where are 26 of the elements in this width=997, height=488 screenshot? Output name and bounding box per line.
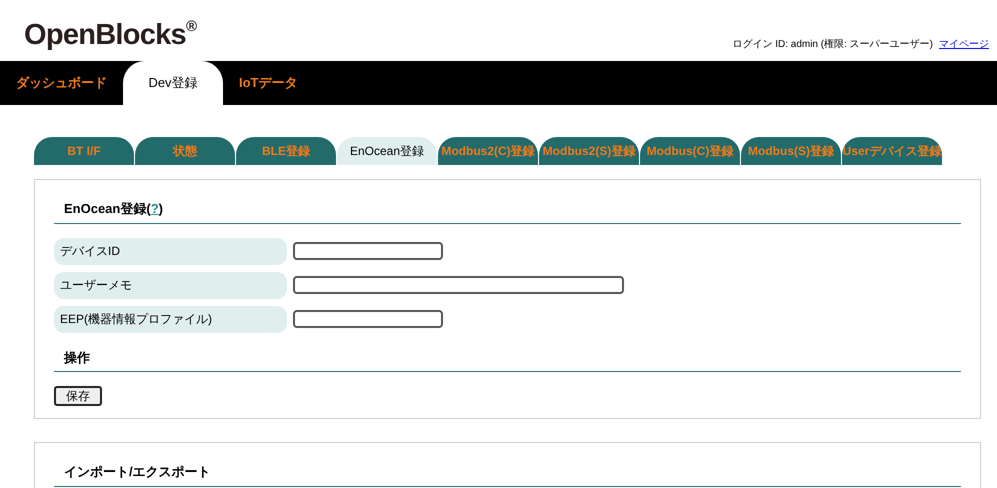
field-label: EEP(機器情報プロファイル) (54, 306, 287, 332)
sub-tab[interactable]: EnOcean登録 (337, 137, 437, 165)
login-info: ログイン ID: admin (権限: スーパーユーザー) (732, 38, 933, 52)
field-label: デバイスID (54, 238, 287, 264)
section-heading: インポート/エクスポート (64, 463, 212, 481)
sub-tab[interactable]: BLE登録 (236, 137, 336, 165)
section-heading: 操作 (64, 348, 91, 366)
mypage-link[interactable]: マイページ (939, 37, 989, 52)
section-heading: EnOcean登録(?) (64, 200, 164, 218)
sub-tab[interactable]: 状態 (135, 137, 235, 165)
sub-tab[interactable]: Modbus(C)登録 (640, 137, 740, 165)
nav-tab[interactable]: IoTデータ (223, 61, 314, 105)
input-field[interactable] (293, 276, 624, 294)
help-link[interactable]: ? (150, 201, 159, 216)
sub-tab[interactable]: BT I/F (34, 137, 134, 165)
logo: OpenBlocks® (24, 18, 196, 53)
input-field[interactable] (293, 310, 443, 328)
nav-tab[interactable]: Dev登録 (123, 61, 223, 105)
nav-tab[interactable]: ダッシュボード (0, 61, 123, 105)
input-field[interactable] (293, 242, 443, 260)
sub-tab[interactable]: Modbus2(C)登録 (438, 137, 538, 165)
sub-tab[interactable]: Userデバイス登録 (842, 137, 942, 165)
sub-tab[interactable]: Modbus2(S)登録 (539, 137, 639, 165)
field-label: ユーザーメモ (54, 272, 287, 298)
save-button[interactable]: 保存 (54, 386, 102, 406)
sub-tab[interactable]: Modbus(S)登録 (741, 137, 841, 165)
